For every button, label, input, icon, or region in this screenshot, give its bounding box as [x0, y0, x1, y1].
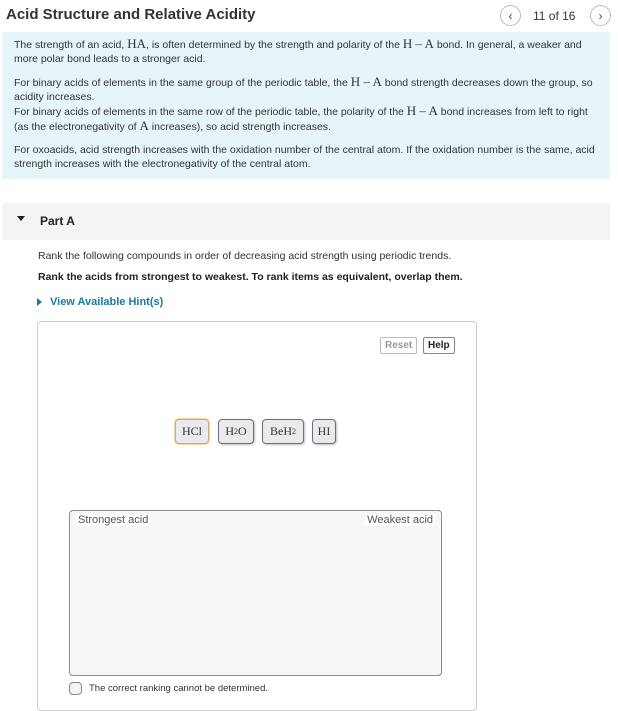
intro-panel: The strength of an acid, HA, is often de…	[2, 32, 610, 179]
intro-paragraph-4: For oxoacids, acid strength increases wi…	[14, 144, 595, 170]
chip-beh2[interactable]: BeH 2	[262, 419, 304, 444]
chip-hi[interactable]: HI	[312, 419, 336, 444]
math-h-a-bond: H – A	[350, 74, 382, 89]
chevron-left-icon: ‹	[508, 8, 513, 23]
view-hints-label: View Available Hint(s)	[50, 296, 164, 308]
ranking-workarea: Reset Help HCl H2O BeH 2 HI Strongest aci…	[37, 321, 477, 711]
cannot-determine-option[interactable]: The correct ranking cannot be determined…	[69, 682, 268, 695]
math-ha: HA	[127, 36, 147, 51]
previous-button[interactable]: ‹	[500, 5, 521, 26]
view-hints-link[interactable]: View Available Hint(s)	[37, 296, 163, 308]
strongest-label: Strongest acid	[76, 514, 151, 526]
cannot-determine-label: The correct ranking cannot be determined…	[89, 683, 269, 694]
cannot-determine-checkbox[interactable]	[69, 682, 82, 695]
intro-paragraph-2: For binary acids of elements in the same…	[14, 74, 593, 104]
part-a-header[interactable]: Part A	[2, 203, 610, 240]
page-counter: 11 of 16	[533, 9, 576, 23]
ranking-dropzone[interactable]: Strongest acid Weakest acid	[69, 510, 442, 676]
header: Acid Structure and Relative Acidity ‹ 11…	[0, 0, 618, 30]
weakest-label: Weakest acid	[365, 514, 435, 526]
math-h-a-bond: H – A	[402, 36, 434, 51]
caret-right-icon	[37, 298, 42, 306]
math-a: A	[139, 118, 149, 133]
caret-down-icon[interactable]	[17, 216, 25, 221]
chip-h2o[interactable]: H2O	[218, 419, 254, 444]
intro-paragraph-1: The strength of an acid, HA, is often de…	[14, 36, 582, 66]
reset-button[interactable]: Reset	[380, 337, 418, 354]
part-a-label: Part A	[40, 214, 75, 228]
chip-hcl[interactable]: HCl	[175, 419, 209, 444]
instruction-bold-text: Rank the acids from strongest to weakest…	[38, 271, 463, 283]
help-button[interactable]: Help	[423, 337, 455, 354]
next-button[interactable]: ›	[590, 5, 611, 26]
chevron-right-icon: ›	[598, 8, 603, 23]
instruction-text: Rank the following compounds in order of…	[38, 250, 452, 262]
page-title: Acid Structure and Relative Acidity	[6, 6, 256, 23]
math-h-a-bond: H – A	[406, 103, 438, 118]
intro-paragraph-3: For binary acids of elements in the same…	[14, 103, 588, 134]
